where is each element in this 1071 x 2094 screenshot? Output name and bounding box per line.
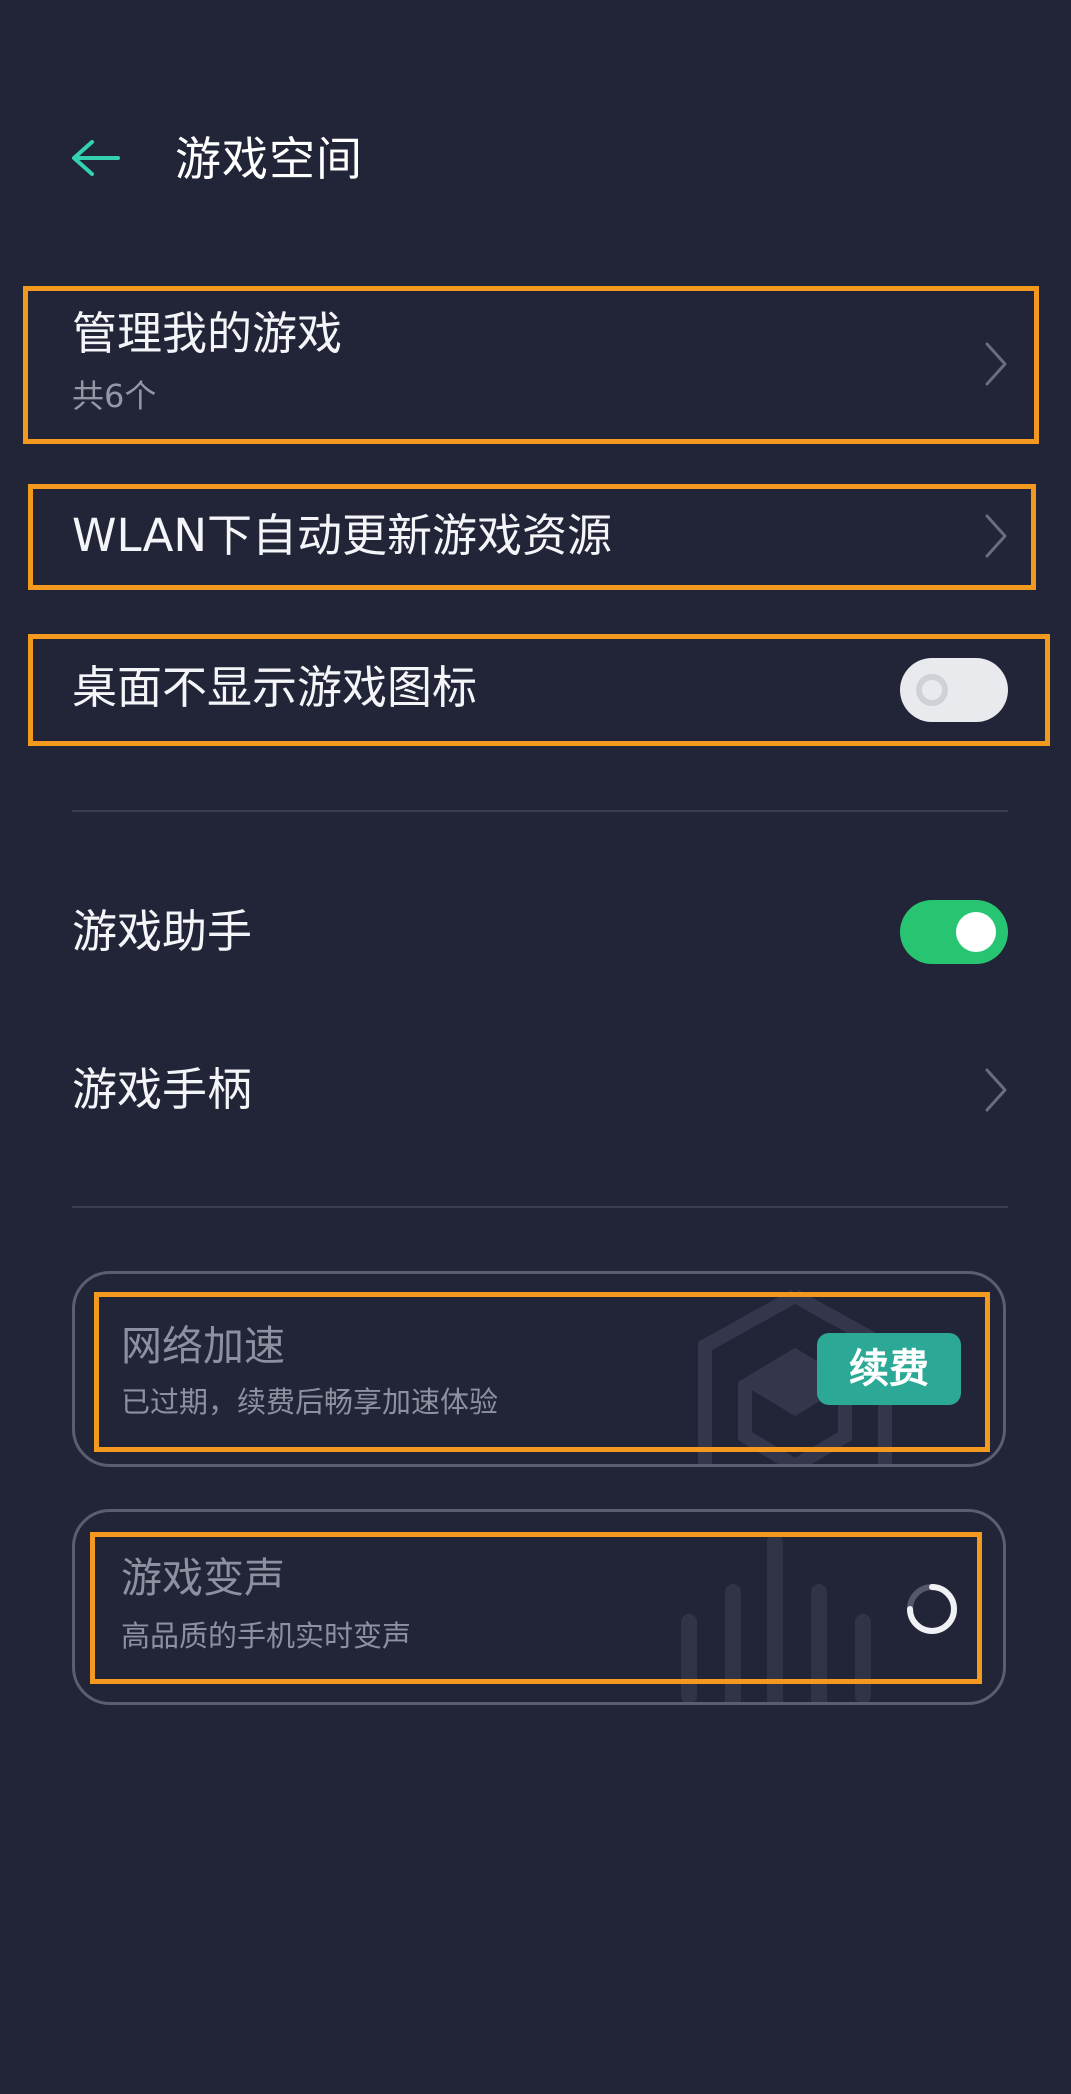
highlight-box	[28, 634, 1050, 746]
highlight-box	[90, 1532, 982, 1684]
highlight-box	[28, 484, 1036, 590]
arrow-left-icon	[72, 140, 120, 176]
game-assistant-row: 游戏助手	[0, 880, 1071, 984]
divider	[72, 1206, 1008, 1208]
chevron-right-icon	[981, 1064, 1011, 1116]
page-title: 游戏空间	[175, 132, 363, 186]
gamepad-label: 游戏手柄	[72, 1063, 253, 1116]
gamepad-row[interactable]: 游戏手柄	[0, 1038, 1071, 1142]
divider	[72, 810, 1008, 812]
back-button[interactable]	[64, 132, 124, 184]
game-assistant-toggle[interactable]	[900, 900, 1008, 964]
toggle-knob	[956, 912, 996, 952]
highlight-box	[94, 1292, 990, 1452]
game-assistant-label: 游戏助手	[72, 905, 253, 958]
highlight-box	[23, 286, 1039, 444]
